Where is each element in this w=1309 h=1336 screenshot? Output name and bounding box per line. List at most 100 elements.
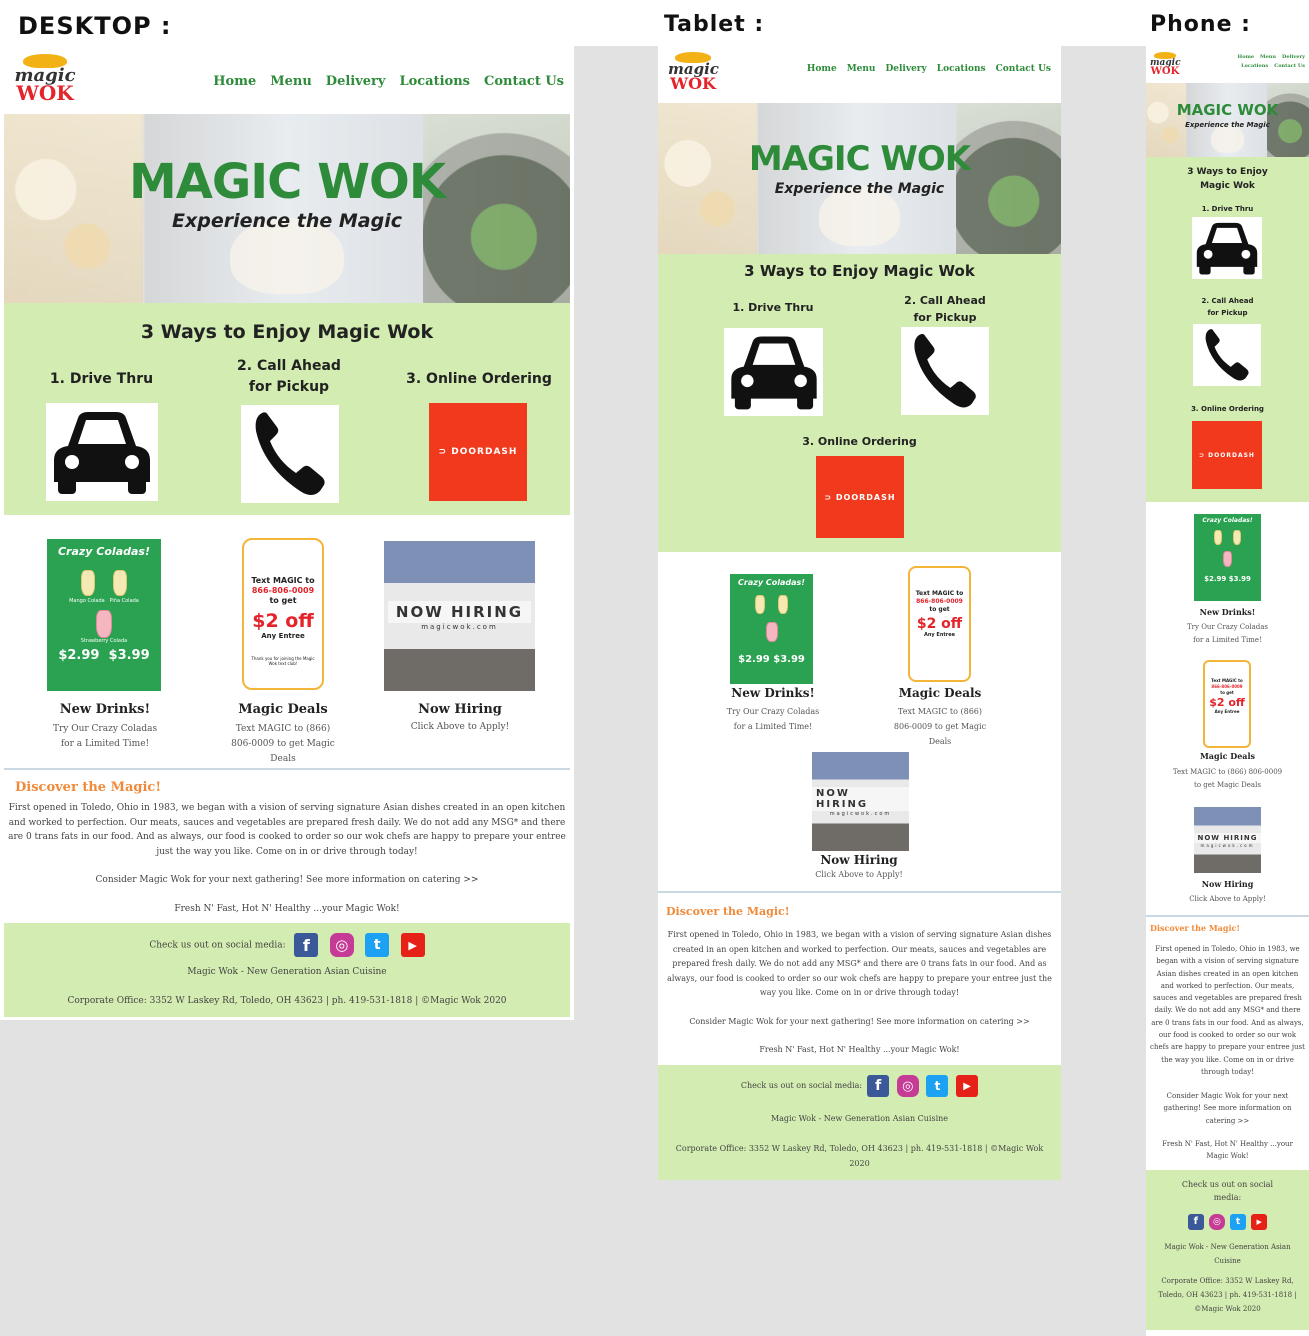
nav-home[interactable]: Home — [213, 74, 256, 89]
deals-promo-image[interactable]: Text MAGIC to 866-806-0009 to get $2 off A… — [908, 566, 971, 682]
deals-art-discount: $2 off — [252, 610, 314, 632]
phone-icon-svg — [914, 333, 976, 408]
discover-title: Discover the Magic! — [15, 780, 162, 795]
phone-icon[interactable] — [901, 327, 989, 415]
background — [0, 1020, 574, 1336]
deals-art-discount: $2 off — [916, 616, 963, 632]
deals-desc-line2: 806-0009 to get Magic — [231, 739, 335, 749]
footer-corporate: Corporate Office: 3352 W Laskey Rd, Tole… — [67, 996, 507, 1006]
hiring-art-title: NOW HIRING — [1194, 832, 1261, 843]
nav-menu[interactable]: Menu — [1260, 54, 1276, 60]
footer-tagline: Magic Wok - New Generation Asian Cuisine — [770, 1114, 949, 1123]
hiring-art-url: magicwok.com — [829, 810, 892, 817]
social-row: Check us out on social media: f ◎ t ▶ — [4, 933, 570, 957]
twitter-icon[interactable]: t — [1230, 1213, 1247, 1230]
twitter-icon[interactable]: t — [365, 933, 390, 957]
hiring-promo-image[interactable]: NOW HIRING magicwok.com — [812, 752, 909, 851]
phone-icon[interactable] — [241, 405, 339, 503]
nav-home[interactable]: Home — [807, 64, 837, 74]
drinks-promo-image[interactable]: Crazy Coladas! Mango Colada Piña Colada … — [47, 539, 161, 691]
drink-cup — [80, 570, 95, 596]
nav-menu[interactable]: Menu — [270, 74, 312, 89]
facebook-icon[interactable]: f — [294, 933, 319, 957]
drinks-promo-image[interactable]: Crazy Coladas! $2.99 $3.99 — [1194, 514, 1261, 601]
hiring-promo-image[interactable]: NOW HIRING magicwok.com — [1194, 807, 1261, 873]
hero-title: MAGIC WOK — [128, 154, 446, 210]
deals-art-thanks: Thank you for joining the Magic Wok text… — [251, 656, 315, 666]
nav-contact[interactable]: Contact Us — [1274, 63, 1305, 69]
way-call-ahead-line2: for Pickup — [1207, 309, 1248, 317]
way-call-ahead-line2: for Pickup — [913, 311, 977, 324]
nav-home[interactable]: Home — [1238, 54, 1255, 60]
catering-link[interactable]: Consider Magic Wok for your next gatheri… — [1160, 1090, 1295, 1127]
nav-delivery[interactable]: Delivery — [885, 64, 926, 74]
drinks-art-flavors: Mango Colada Piña Colada — [47, 598, 161, 604]
way-call-ahead-label: 2. Call Ahead for Pickup — [224, 356, 354, 398]
instagram-icon[interactable]: ◎ — [1208, 1213, 1225, 1230]
drinks-promo-image[interactable]: Crazy Coladas! $2.99 $3.99 — [730, 574, 813, 684]
deals-art-line3: to get — [269, 596, 297, 605]
logo[interactable]: magic WOK — [14, 54, 76, 103]
car-icon-svg — [730, 336, 817, 410]
nav-delivery[interactable]: Delivery — [1282, 54, 1305, 60]
car-icon[interactable] — [46, 403, 158, 501]
hiring-title: Now Hiring — [820, 853, 898, 867]
ways-title: 3 Ways to Enjoy Magic Wok — [1187, 167, 1268, 191]
nav-menu[interactable]: Menu — [847, 64, 876, 74]
way-drive-thru-label: 1. Drive Thru — [732, 301, 814, 314]
hiring-desc: Click Above to Apply! — [815, 870, 903, 879]
youtube-icon[interactable]: ▶ — [956, 1075, 979, 1097]
deals-art-entree: Any Entree — [923, 632, 956, 638]
instagram-icon[interactable]: ◎ — [896, 1075, 919, 1097]
deals-art-number: 866-806-0009 — [251, 586, 315, 595]
nav-locations[interactable]: Locations — [1241, 63, 1268, 69]
drinks-desc-line2: for a Limited Time! — [1193, 636, 1262, 644]
drinks-desc-line2: for a Limited Time! — [60, 739, 150, 749]
youtube-icon[interactable]: ▶ — [1251, 1213, 1268, 1230]
phone-frame: magic WOK Home Menu Delivery Locations C… — [1146, 46, 1309, 1336]
doordash-label: DOORDASH — [835, 492, 896, 502]
hiring-art-title: NOW HIRING — [387, 601, 532, 623]
nav-contact[interactable]: Contact Us — [484, 74, 564, 89]
nav-contact[interactable]: Contact Us — [996, 64, 1051, 74]
drink-cup — [96, 610, 112, 638]
instagram-icon[interactable]: ◎ — [329, 933, 354, 957]
car-icon[interactable] — [1192, 217, 1262, 279]
main-nav: Home Menu Delivery Locations Contact Us — [807, 64, 1051, 74]
slogan: Fresh N' Fast, Hot N' Healthy ...your Ma… — [759, 1045, 960, 1054]
twitter-icon[interactable]: t — [926, 1075, 949, 1097]
drinks-art-price2: $3.99 — [108, 648, 150, 663]
doordash-icon: ⊃ — [1199, 451, 1209, 459]
social-label: Check us out on social media: — [1181, 1180, 1274, 1202]
drinks-art-price2: $3.99 — [1228, 575, 1251, 583]
way-call-ahead-line2: for Pickup — [248, 379, 330, 395]
main-nav: Home Menu Delivery Locations Contact Us — [213, 74, 564, 89]
logo[interactable]: magic WOK — [1150, 52, 1181, 77]
way-online-label: 3. Online Ordering — [406, 371, 552, 387]
facebook-icon[interactable]: f — [867, 1075, 890, 1097]
facebook-icon[interactable]: f — [1187, 1213, 1204, 1230]
nav-locations[interactable]: Locations — [937, 64, 986, 74]
car-icon[interactable] — [724, 328, 823, 416]
logo[interactable]: magic WOK — [668, 52, 719, 91]
drink-cups — [730, 595, 813, 614]
phone-icon-svg — [255, 412, 325, 495]
phone-icon[interactable] — [1193, 324, 1261, 386]
nav-delivery[interactable]: Delivery — [326, 74, 386, 89]
catering-link[interactable]: Consider Magic Wok for your next gatheri… — [6, 875, 568, 885]
deals-promo-image[interactable]: Text MAGIC to 866-806-0009 to get $2 off A… — [1203, 660, 1251, 748]
nav-locations[interactable]: Locations — [399, 74, 470, 89]
hiring-promo-image[interactable]: NOW HIRING magicwok.com — [384, 541, 535, 691]
catering-link[interactable]: Consider Magic Wok for your next gatheri… — [660, 1017, 1059, 1026]
drink-cup — [778, 595, 789, 614]
deals-title: Magic Deals — [238, 702, 328, 717]
social-label: Check us out on social media: — [740, 1081, 863, 1090]
hero-banner: MAGIC WOK Experience the Magic — [4, 114, 570, 303]
drinks-desc: Try Our Crazy Coladas for a Limited Time! — [1146, 621, 1309, 647]
doordash-button[interactable]: ⊃ DOORDASH — [816, 456, 904, 538]
slogan: Fresh N' Fast, Hot N' Healthy ...your Ma… — [1162, 1140, 1293, 1161]
deals-promo-image[interactable]: Text MAGIC to 866-806-0009 to get $2 off A… — [242, 538, 324, 690]
doordash-button[interactable]: ⊃ DOORDASH — [1192, 421, 1262, 489]
doordash-button[interactable]: ⊃ DOORDASH — [429, 403, 527, 501]
youtube-icon[interactable]: ▶ — [400, 933, 425, 957]
